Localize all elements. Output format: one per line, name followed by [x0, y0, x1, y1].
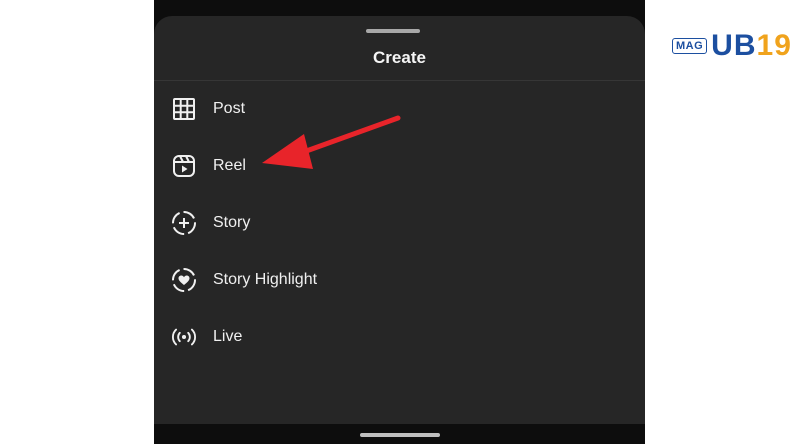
watermark-logo: MAG UB19 [672, 26, 797, 66]
logo-brand: UB19 [711, 31, 792, 61]
logo-brand-part1: UB [711, 29, 757, 62]
annotation-arrow-icon [262, 115, 401, 169]
logo-mag-tag: MAG [672, 38, 708, 54]
logo-brand-part2: 19 [756, 29, 792, 62]
